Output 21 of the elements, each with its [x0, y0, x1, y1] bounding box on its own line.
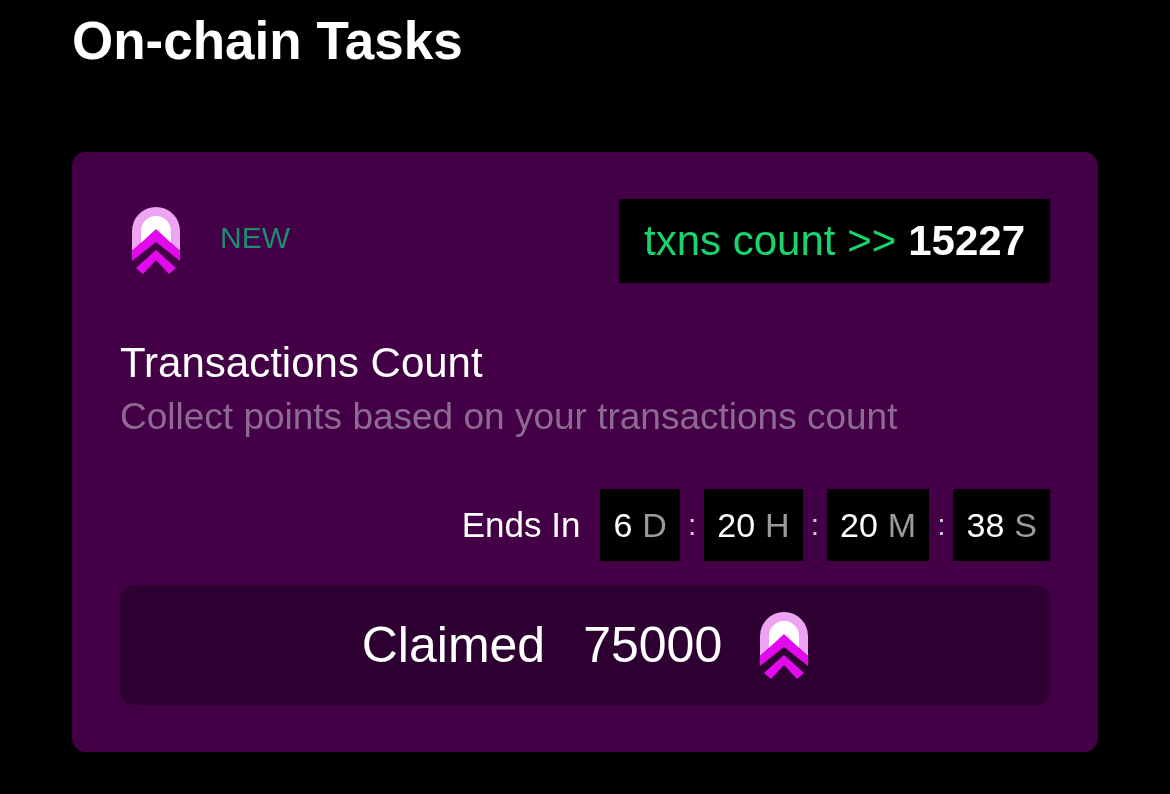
page-title: On-chain Tasks: [72, 11, 463, 71]
countdown-unit: D: [642, 505, 667, 545]
chevron-arch-icon: [132, 207, 180, 274]
colon-separator: :: [936, 508, 947, 542]
countdown-unit: H: [765, 505, 790, 545]
countdown-unit: M: [887, 505, 917, 545]
countdown-number: 38: [966, 505, 1005, 545]
chevron-arch-icon: [760, 611, 809, 679]
countdown-unit: S: [1014, 505, 1037, 545]
colon-separator: :: [809, 508, 820, 542]
new-label: NEW: [220, 220, 290, 256]
colon-separator: :: [686, 508, 698, 542]
claimed-button[interactable]: Claimed 75000: [120, 585, 1050, 705]
countdown-number: 20: [840, 505, 878, 545]
txns-count-label: txns count >>: [644, 217, 897, 265]
countdown-number: 6: [613, 505, 633, 545]
countdown-number: 20: [717, 505, 756, 545]
task-title: Transactions Count: [120, 338, 483, 388]
task-description: Collect points based on your transactions count: [120, 397, 898, 437]
txns-count-value: 15227: [908, 217, 1025, 265]
ends-in-label: Ends In: [461, 505, 581, 545]
